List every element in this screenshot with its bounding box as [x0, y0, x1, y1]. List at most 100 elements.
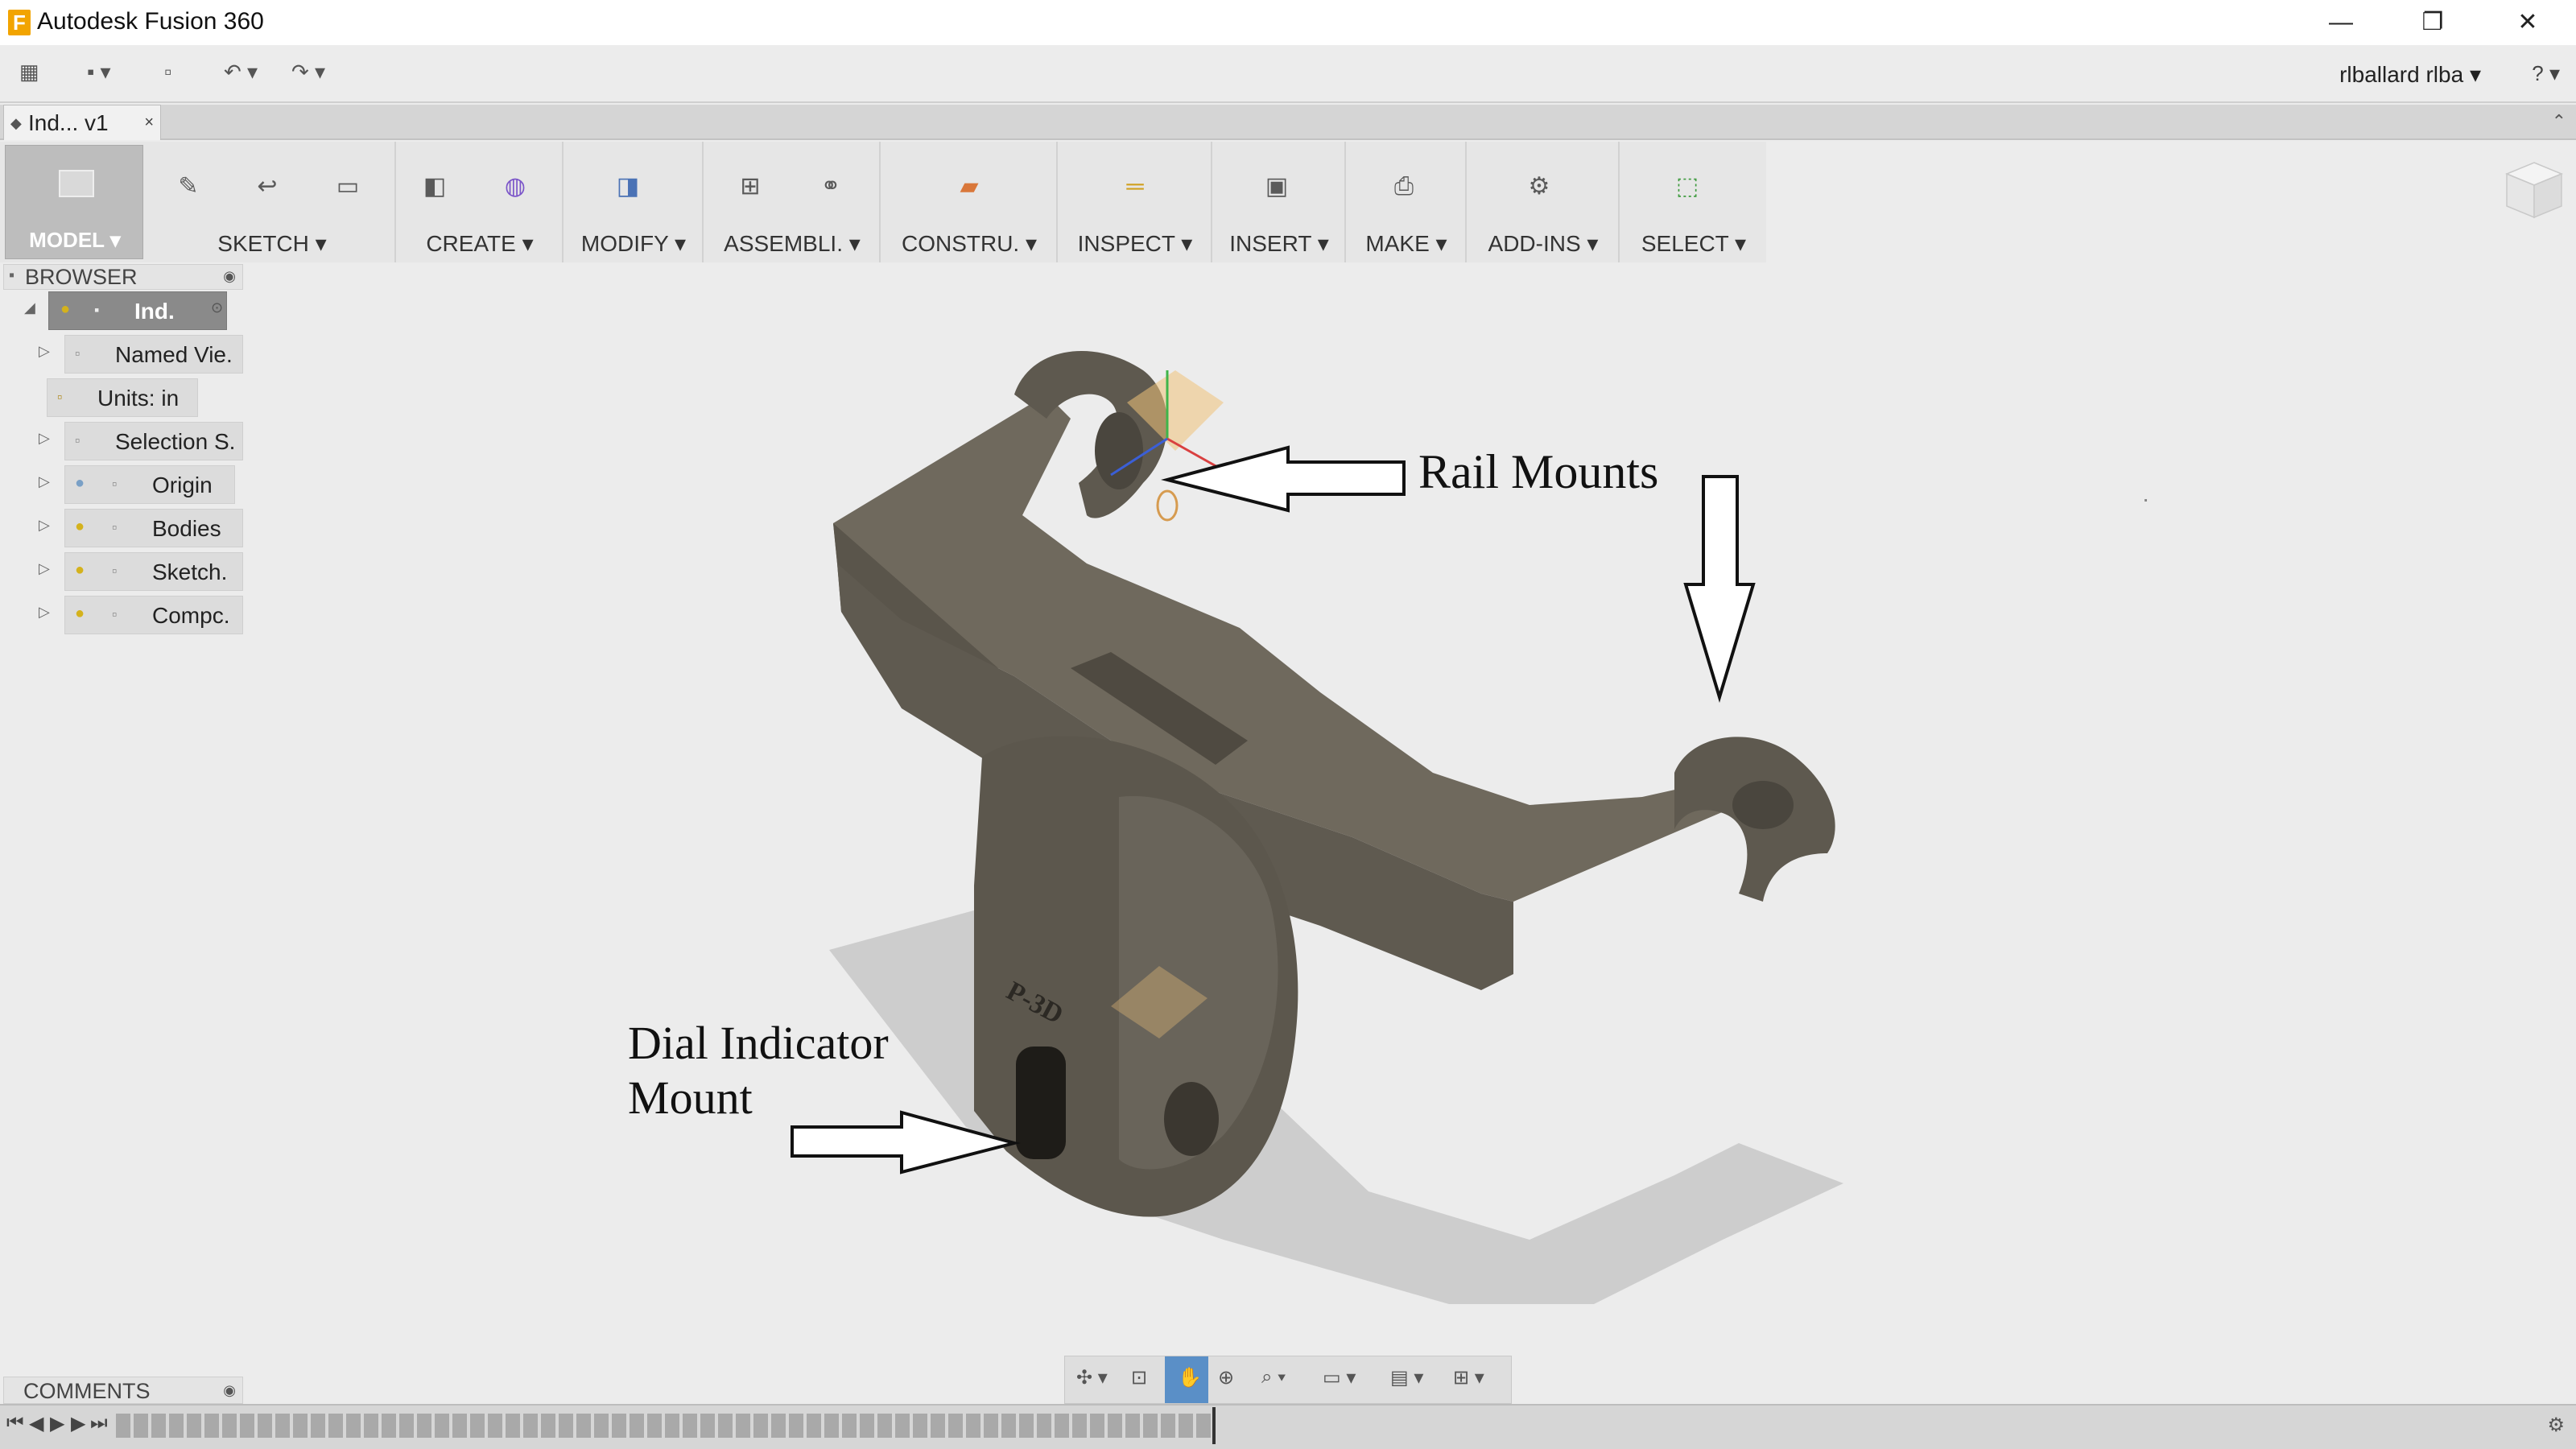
- orbit-icon[interactable]: ✣ ▾: [1076, 1366, 1108, 1389]
- tree-node-box[interactable]: ▫ Named Vie.: [64, 335, 243, 374]
- close-button[interactable]: ✕: [2489, 3, 2566, 42]
- play-icon[interactable]: ▶: [50, 1412, 64, 1435]
- browser-header[interactable]: ▪ BROWSER ◉: [3, 264, 243, 290]
- sketch-icon[interactable]: ✎: [172, 171, 204, 203]
- expand-arrow-icon[interactable]: ▷: [39, 517, 50, 534]
- visibility-bulb-icon[interactable]: ●: [75, 474, 85, 493]
- modify-menu[interactable]: MODIFY ▾: [565, 230, 702, 257]
- browser-bodies-row[interactable]: ▷ ● ▫ Bodies: [39, 509, 245, 547]
- add-ins-menu[interactable]: ADD-INS ▾: [1468, 230, 1618, 257]
- modify-group[interactable]: ◨ MODIFY ▾: [565, 142, 704, 262]
- visibility-bulb-icon[interactable]: ●: [75, 518, 85, 536]
- tree-node-box[interactable]: ● ▪ Ind.: [48, 291, 227, 330]
- press-pull-icon[interactable]: ◨: [612, 171, 644, 203]
- visibility-bulb-icon[interactable]: ●: [60, 300, 70, 319]
- step-forward-icon[interactable]: ▶: [71, 1412, 85, 1435]
- new-component-icon[interactable]: ⊞: [734, 171, 766, 203]
- tree-node-box[interactable]: ▫ Selection S.: [64, 422, 243, 460]
- file-icon[interactable]: ▪ ▾: [87, 60, 111, 85]
- restore-button[interactable]: ❐: [2394, 3, 2471, 42]
- sketch-group[interactable]: ✎ ↩ ▭ SKETCH ▾: [150, 142, 396, 262]
- browser-named-views-row[interactable]: ▷ ▫ Named Vie.: [39, 335, 245, 374]
- make-group[interactable]: ⎙ MAKE ▾: [1348, 142, 1467, 262]
- expand-arrow-icon[interactable]: ◢: [24, 299, 35, 316]
- close-tab-button[interactable]: ×: [144, 114, 154, 132]
- tree-node-box[interactable]: ● ▫ Bodies: [64, 509, 243, 547]
- plane-icon[interactable]: ▰: [953, 171, 985, 203]
- go-to-start-icon[interactable]: ⏮: [6, 1412, 24, 1435]
- browser-sketches-row[interactable]: ▷ ● ▫ Sketch.: [39, 552, 245, 591]
- select-menu[interactable]: SELECT ▾: [1621, 230, 1766, 257]
- tree-node-box[interactable]: ● ▫ Compc.: [64, 596, 243, 634]
- create-menu[interactable]: CREATE ▾: [398, 230, 562, 257]
- browser-selection-sets-row[interactable]: ▷ ▫ Selection S.: [39, 422, 245, 460]
- sphere-icon[interactable]: ◍: [499, 171, 531, 203]
- help-menu[interactable]: ? ▾: [2532, 61, 2560, 86]
- undo-icon[interactable]: ↶ ▾: [224, 60, 258, 85]
- image-icon[interactable]: ▣: [1261, 171, 1293, 203]
- workspace-switcher[interactable]: MODEL ▾: [5, 145, 143, 259]
- expand-arrow-icon[interactable]: ▷: [39, 430, 50, 447]
- view-cube[interactable]: [2502, 158, 2566, 222]
- zoom-icon[interactable]: ⊕: [1218, 1366, 1234, 1389]
- inspect-group[interactable]: ═ INSPECT ▾: [1059, 142, 1212, 262]
- browser-origin-row[interactable]: ▷ ● ▫ Origin: [39, 465, 245, 504]
- minimize-button[interactable]: —: [2302, 3, 2380, 42]
- tree-node-box[interactable]: ● ▫ Sketch.: [64, 552, 243, 591]
- visibility-bulb-icon[interactable]: ●: [75, 561, 85, 580]
- joint-icon[interactable]: ⚭: [815, 171, 847, 203]
- activate-radio-icon[interactable]: ⊙: [211, 299, 223, 316]
- document-tab[interactable]: ◆ Ind... v1 ×: [3, 105, 161, 140]
- expand-arrow-icon[interactable]: ▷: [39, 473, 50, 490]
- browser-units-row[interactable]: ▫ Units: in: [47, 378, 200, 417]
- look-at-icon[interactable]: ⊡: [1131, 1366, 1147, 1389]
- browser-components-row[interactable]: ▷ ● ▫ Compc.: [39, 596, 245, 634]
- expand-arrow-icon[interactable]: ▷: [39, 604, 50, 621]
- chevron-up-icon[interactable]: ⌃: [2552, 111, 2566, 132]
- assemble-menu[interactable]: ASSEMBLI. ▾: [705, 230, 879, 257]
- timeline-features[interactable]: [116, 1414, 1211, 1438]
- browser-root-row[interactable]: ◢ ● ▪ Ind. ⊙: [24, 291, 242, 330]
- make-menu[interactable]: MAKE ▾: [1348, 230, 1465, 257]
- rectangle-icon[interactable]: ▭: [332, 171, 364, 203]
- expand-arrow-icon[interactable]: ▷: [39, 560, 50, 577]
- tree-node-box[interactable]: ● ▫ Origin: [64, 465, 235, 504]
- measure-icon[interactable]: ═: [1119, 171, 1151, 203]
- display-settings-icon[interactable]: ▭ ▾: [1323, 1366, 1356, 1389]
- pan-button[interactable]: ✋: [1165, 1356, 1208, 1403]
- step-back-icon[interactable]: ◀: [29, 1412, 43, 1435]
- tree-node-box[interactable]: ▫ Units: in: [47, 378, 198, 417]
- select-icon[interactable]: ⬚: [1671, 171, 1703, 203]
- select-group[interactable]: ⬚ SELECT ▾: [1621, 142, 1766, 262]
- visibility-bulb-icon[interactable]: ●: [75, 605, 85, 623]
- construct-group[interactable]: ▰ CONSTRU. ▾: [882, 142, 1058, 262]
- model-canvas[interactable]: P-3D: [242, 266, 2576, 1377]
- grid-icon[interactable]: ▦: [19, 60, 39, 85]
- redo-icon[interactable]: ↷ ▾: [291, 60, 325, 85]
- timeline-marker[interactable]: [1212, 1407, 1216, 1444]
- comments-panel[interactable]: COMMENTS ◉: [3, 1377, 243, 1404]
- inspect-menu[interactable]: INSPECT ▾: [1059, 230, 1211, 257]
- pin-icon[interactable]: ◉: [223, 1382, 236, 1399]
- grid-settings-icon[interactable]: ▤ ▾: [1390, 1366, 1423, 1389]
- print-icon[interactable]: ⎙: [1388, 171, 1420, 203]
- scripts-icon[interactable]: ⚙: [1523, 171, 1555, 203]
- pin-icon[interactable]: ◉: [223, 268, 236, 285]
- insert-menu[interactable]: INSERT ▾: [1214, 230, 1344, 257]
- collapse-icon[interactable]: ▪: [9, 266, 14, 285]
- expand-arrow-icon[interactable]: ▷: [39, 343, 50, 360]
- viewports-icon[interactable]: ⊞ ▾: [1453, 1366, 1484, 1389]
- go-to-end-icon[interactable]: ⏭: [90, 1412, 108, 1435]
- add-ins-group[interactable]: ⚙ ADD-INS ▾: [1468, 142, 1620, 262]
- save-icon[interactable]: ▫: [164, 60, 171, 85]
- assemble-group[interactable]: ⊞ ⚭ ASSEMBLI. ▾: [705, 142, 881, 262]
- sketch-menu[interactable]: SKETCH ▾: [150, 230, 394, 257]
- fit-icon[interactable]: ⌕ ▾: [1261, 1366, 1286, 1389]
- gear-icon[interactable]: ⚙: [2547, 1414, 2565, 1437]
- construct-menu[interactable]: CONSTRU. ▾: [882, 230, 1056, 257]
- create-group[interactable]: ◧ ◍ CREATE ▾: [398, 142, 564, 262]
- arc-icon[interactable]: ↩: [251, 171, 283, 203]
- insert-group[interactable]: ▣ INSERT ▾: [1214, 142, 1346, 262]
- box-icon[interactable]: ◧: [419, 171, 451, 203]
- user-menu[interactable]: rlballard rlba ▾: [2339, 61, 2481, 88]
